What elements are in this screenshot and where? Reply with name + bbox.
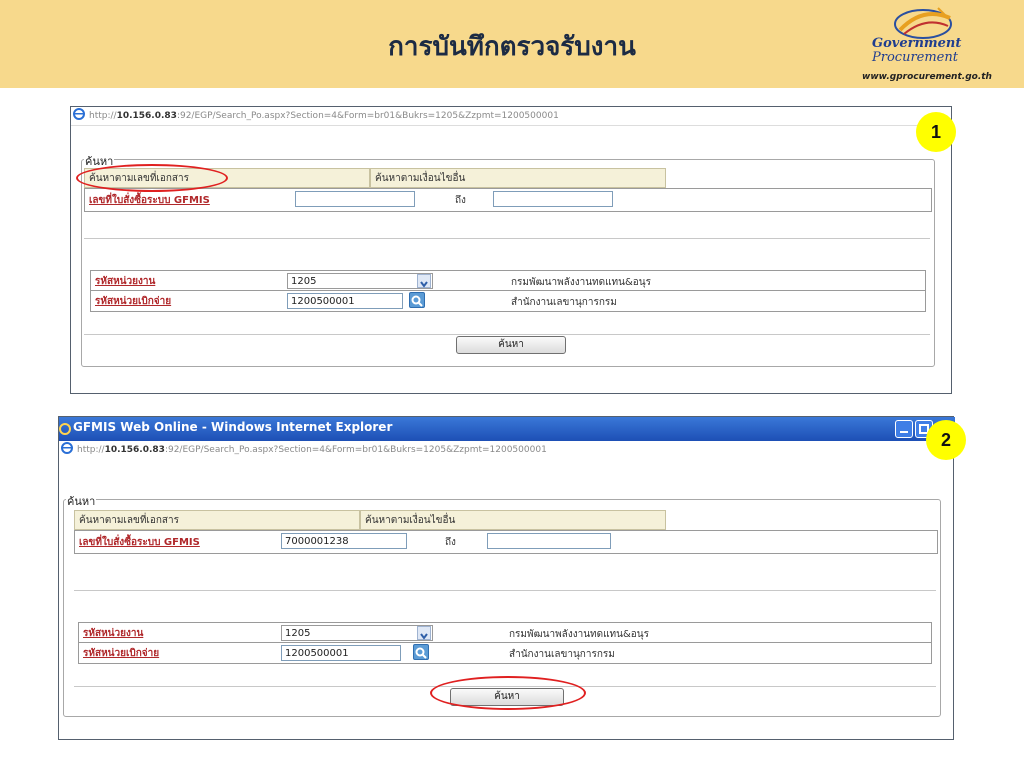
tab-search-by-document[interactable]: ค้นหาตามเลขที่เอกสาร [74,510,360,530]
logo-swoosh-icon [894,7,952,39]
panel-divider [74,590,936,591]
disbursement-unit-link[interactable]: รหัสหน่วยเบิกจ่าย [95,294,171,309]
search-icon[interactable] [413,644,429,660]
tab-search-by-other[interactable]: ค้นหาตามเงื่อนไขอื่น [370,168,666,188]
search-icon[interactable] [409,292,425,308]
window-title: GFMIS Web Online - Windows Internet Expl… [73,420,393,434]
disbursement-unit-name: สำนักงานเลขานุการกรม [509,649,615,660]
ie-icon [73,108,85,120]
search-button[interactable]: ค้นหา [456,336,566,354]
logo-url: www.gprocurement.go.th [862,72,992,82]
address-rest: :92/EGP/Search_Po.aspx?Section=4&Form=br… [176,111,559,121]
chevron-down-icon[interactable] [417,626,431,640]
gfmis-po-to-input[interactable] [487,533,611,549]
disbursement-unit-name: สำนักงานเลขานุการกรม [511,297,617,308]
highlight-ring-search-button [430,676,586,710]
gfmis-po-to-input[interactable] [493,191,613,207]
agency-code-link[interactable]: รหัสหน่วยงาน [95,274,155,289]
step-badge-1: 1 [916,112,956,152]
address-bar[interactable]: http://10.156.0.83:92/EGP/Search_Po.aspx… [59,441,953,459]
ie-icon [59,423,71,435]
panel-divider [84,238,930,239]
minimize-icon[interactable] [895,420,913,438]
logo-line2: Procurement [872,50,958,65]
tab-search-by-other[interactable]: ค้นหาตามเงื่อนไขอื่น [360,510,666,530]
step-badge-2: 2 [926,420,966,460]
agency-code-link[interactable]: รหัสหน่วยงาน [83,626,143,641]
ie-icon [61,442,73,454]
address-prefix: http:// [89,111,117,121]
logo-line1: Government [872,36,962,51]
doc-number-row: เลขที่ใบสั่งซื้อระบบ GFMIS 7000001238 ถึ… [74,530,938,554]
to-label: ถึง [445,537,456,548]
highlight-ring-tab [76,164,228,192]
gprocurement-logo: Government Procurement www.gprocurement.… [858,4,992,84]
to-label: ถึง [455,195,466,206]
gfmis-po-from-input[interactable] [295,191,415,207]
screenshot-1: http://10.156.0.83:92/EGP/Search_Po.aspx… [70,106,952,394]
agency-row: รหัสหน่วยงาน 1205 กรมพัฒนาพลังงานทดแทน&อ… [78,622,932,644]
address-rest: :92/EGP/Search_Po.aspx?Section=4&Form=br… [164,445,547,455]
gfmis-po-from-input[interactable]: 7000001238 [281,533,407,549]
agency-code-select[interactable]: 1205 [287,273,433,289]
search-legend: ค้นหา [66,492,97,510]
address-host: 10.156.0.83 [104,445,165,455]
gfmis-po-link[interactable]: เลขที่ใบสั่งซื้อระบบ GFMIS [89,193,210,208]
disbursement-row: รหัสหน่วยเบิกจ่าย 1200500001 สำนักงานเลข… [90,290,926,312]
disbursement-unit-input[interactable]: 1200500001 [287,293,403,309]
address-host: 10.156.0.83 [116,111,177,121]
agency-name: กรมพัฒนาพลังงานทดแทน&อนุร [511,277,651,288]
button-divider [84,334,930,335]
doc-number-row: เลขที่ใบสั่งซื้อระบบ GFMIS ถึง [84,188,932,212]
address-bar[interactable]: http://10.156.0.83:92/EGP/Search_Po.aspx… [71,107,951,126]
window-titlebar: GFMIS Web Online - Windows Internet Expl… [59,417,955,441]
disbursement-unit-input[interactable]: 1200500001 [281,645,401,661]
disbursement-row: รหัสหน่วยเบิกจ่าย 1200500001 สำนักงานเลข… [78,642,932,664]
disbursement-unit-link[interactable]: รหัสหน่วยเบิกจ่าย [83,646,159,661]
search-panel: ค้นหา ค้นหาตามเลขที่เอกสาร ค้นหาตามเงื่อ… [81,152,935,367]
slide-header: การบันทึกตรวจรับงาน Government Procureme… [0,0,1024,88]
agency-code-select[interactable]: 1205 [281,625,433,641]
gfmis-po-link[interactable]: เลขที่ใบสั่งซื้อระบบ GFMIS [79,535,200,550]
agency-row: รหัสหน่วยงาน 1205 กรมพัฒนาพลังงานทดแทน&อ… [90,270,926,292]
chevron-down-icon[interactable] [417,274,431,288]
agency-name: กรมพัฒนาพลังงานทดแทน&อนุร [509,629,649,640]
address-prefix: http:// [77,445,105,455]
